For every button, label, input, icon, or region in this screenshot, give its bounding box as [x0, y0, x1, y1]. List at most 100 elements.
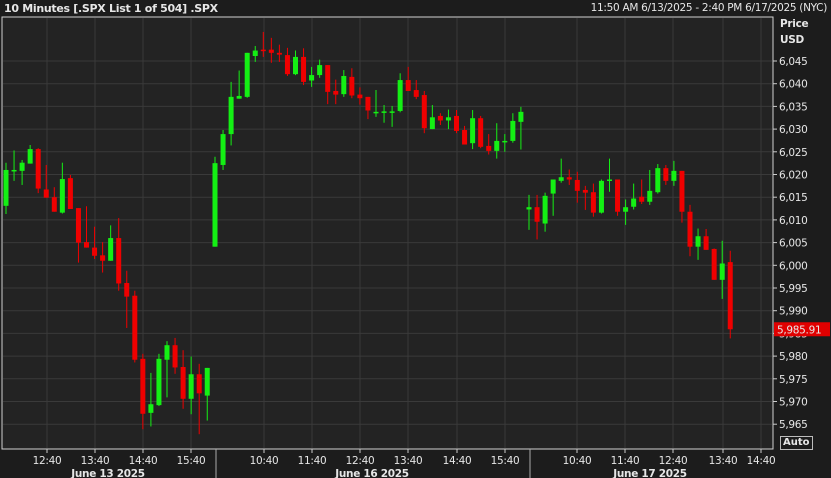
candle-body	[470, 118, 476, 144]
candle-body	[526, 207, 532, 210]
candle-body	[534, 207, 540, 222]
candle-body	[558, 177, 564, 181]
auto-scale-button[interactable]: Auto	[780, 436, 813, 450]
candle-body	[124, 283, 130, 297]
x-tick-label: 14:40	[747, 455, 776, 467]
x-tick-label: 11:40	[298, 455, 327, 467]
session-date-label: June 16 2025	[334, 468, 409, 478]
candle-body	[486, 145, 492, 151]
candle-body	[615, 179, 621, 212]
y-tick-label: 6,020	[779, 170, 808, 182]
candle-body	[268, 49, 274, 53]
candle-body	[695, 236, 701, 247]
x-tick-label: 15:40	[177, 455, 206, 467]
last-price-value: 5,985.91	[777, 324, 821, 336]
candle-body	[260, 49, 266, 52]
y-tick-label: 5,995	[779, 283, 808, 295]
x-tick-label: 12:40	[659, 455, 688, 467]
candle-body	[84, 242, 89, 248]
candle-body	[623, 207, 629, 212]
candle-up	[655, 164, 661, 194]
candle-body	[204, 367, 210, 396]
x-tick-label: 13:40	[81, 455, 110, 467]
candle-body	[164, 345, 170, 360]
session-date-label: June 13 2025	[70, 468, 145, 478]
candle-body	[188, 374, 194, 399]
candle-body	[51, 197, 57, 212]
candle-body	[510, 120, 516, 141]
y-tick-label: 6,030	[779, 124, 808, 136]
candle-body	[317, 65, 323, 76]
candle-body	[325, 65, 331, 92]
candle-body	[671, 170, 677, 181]
price-axis[interactable]: 6,045 6,040 6,035 6,030 6,025 6,020 6,015 6,010…	[773, 56, 808, 431]
candle-body	[140, 358, 146, 414]
candle-body	[148, 404, 154, 413]
candle-body	[655, 168, 661, 193]
y-tick-label: 5,970	[779, 397, 808, 409]
x-tick-label: 15:40	[491, 455, 520, 467]
candle-body	[663, 168, 669, 181]
x-tick-label: 12:40	[33, 455, 62, 467]
candle-body	[687, 211, 693, 247]
candle-body	[639, 196, 645, 202]
candle-body	[574, 179, 580, 191]
candle-body	[349, 76, 355, 96]
candle-body	[703, 236, 709, 250]
candle-down	[132, 290, 138, 363]
last-price-tag: 5,985.91	[774, 322, 830, 337]
candle-body	[550, 179, 556, 194]
time-axis[interactable]: 12:40 13:40 14:40 15:40 June 13 2025 10:40 11:…	[33, 449, 776, 478]
candle-body	[365, 96, 371, 111]
candle-body	[607, 179, 612, 181]
candle-down	[478, 115, 484, 149]
candle-body	[389, 111, 395, 113]
candle-body	[647, 190, 653, 202]
candle-body	[445, 117, 451, 121]
y-tick-label: 5,980	[779, 351, 808, 363]
candle-body	[582, 189, 588, 193]
candle-down	[35, 148, 41, 194]
candle-body	[252, 50, 258, 57]
candle-body	[27, 149, 33, 164]
candle-body	[180, 366, 186, 399]
candle-down	[727, 250, 733, 339]
candle-up	[598, 179, 604, 214]
candle-body	[333, 90, 339, 95]
y-tick-label: 6,005	[779, 238, 808, 250]
candle-body	[116, 238, 122, 284]
candle-body	[631, 198, 637, 207]
y-tick-label: 5,975	[779, 374, 808, 386]
y-tick-label: 6,010	[779, 215, 808, 227]
candle-body	[67, 178, 73, 210]
candle-body	[341, 75, 347, 95]
candle-down	[711, 248, 717, 280]
candle-body	[19, 162, 25, 171]
y-tick-label: 6,035	[779, 101, 808, 113]
candle-body	[397, 80, 403, 111]
x-tick-label: 10:40	[563, 455, 592, 467]
price-axis-label: Price	[780, 18, 808, 30]
candlestick-chart[interactable]: 6,045 6,040 6,035 6,030 6,025 6,020 6,015 6,010…	[0, 0, 831, 478]
candle-body	[502, 140, 508, 143]
candle-body	[75, 208, 81, 243]
x-tick-label: 13:40	[709, 455, 738, 467]
plot-area[interactable]	[1, 16, 774, 450]
candle-body	[598, 180, 604, 213]
x-tick-label: 11:40	[611, 455, 640, 467]
candle-body	[228, 96, 234, 135]
candle-body	[132, 295, 138, 360]
candle-body	[478, 118, 484, 147]
candle-up	[244, 52, 250, 98]
candle-body	[284, 55, 290, 75]
y-tick-label: 6,040	[779, 79, 808, 91]
candle-body	[276, 52, 282, 55]
candle-down	[67, 174, 73, 210]
candle-body	[462, 130, 468, 145]
candle-down	[615, 179, 621, 216]
candle-body	[43, 189, 49, 198]
candle-body	[381, 111, 387, 113]
y-tick-label: 6,045	[779, 56, 808, 68]
x-tick-label: 14:40	[129, 455, 158, 467]
x-tick-label: 13:40	[394, 455, 423, 467]
